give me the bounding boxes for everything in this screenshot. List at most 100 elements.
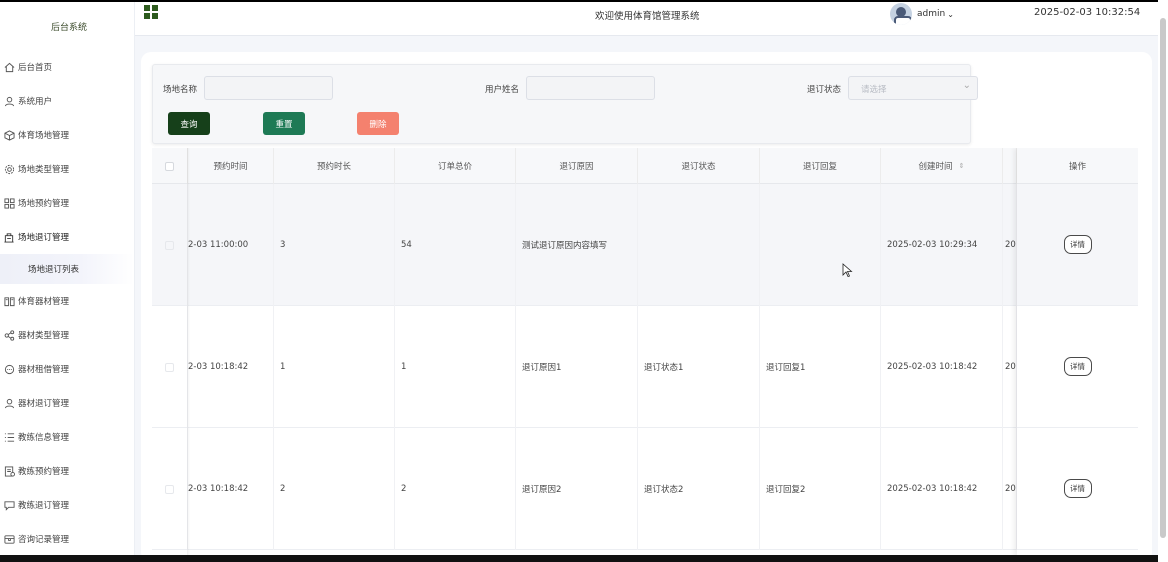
table-header: 预约时间 预约时长 订单总价 退订原因 退订状态 退订回复 创建时间 ⇕ [152,148,1138,184]
mouse-cursor-icon [842,263,853,277]
cell-status: 退订状态2 [638,428,760,550]
col-actions: 操作 [1017,148,1138,184]
table-row: 2-03 10:18:42 2 2 退订原因2 退订状态2 退订回复2 2025… [152,428,1138,550]
cell-reply: 退订回复2 [760,428,881,550]
sidebar-item-label: 器材退订管理 [18,399,70,409]
topbar: 欢迎使用体育馆管理系统 admin ⌄ 2025-02-03 10:32:54 [135,2,1158,36]
cell-duration: 3 [274,184,395,306]
chat-icon [3,363,15,375]
building-icon [3,231,15,243]
select-all-cell [152,148,188,184]
box-icon [3,533,15,545]
sidebar-item-label: 器材租借管理 [18,365,70,375]
venue-name-label: 场地名称 [163,85,198,95]
row-checkbox[interactable] [165,240,174,250]
sidebar-item-label: 教练退订管理 [18,501,70,511]
cancel-table: 预约时间 预约时长 订单总价 退订原因 退订状态 退订回复 创建时间 ⇕ 2-03… [152,148,1138,555]
cell-duration: 1 [274,306,395,428]
cell-reason: 退订原因2 [516,428,638,550]
cell-extra: 20 [1003,428,1017,550]
row-checkbox[interactable] [165,362,174,372]
col-extra [1003,148,1017,184]
cell-created-time: 2025-02-03 10:18:42 [881,306,1003,428]
cancel-status-select[interactable]: 请选择 ⌄ [848,76,978,100]
sidebar-item-label: 咨询记录管理 [18,535,70,545]
cell-status [638,184,760,306]
sidebar-subitem-cancel-list[interactable]: 场地退订列表 [0,254,134,284]
detail-button[interactable]: 详情 [1063,235,1092,254]
venue-name-input[interactable] [204,76,333,100]
user-name-input[interactable] [526,76,655,100]
sidebar-item-label: 系统用户 [18,97,53,107]
menu-toggle-icon[interactable] [144,5,158,19]
doc-icon [3,465,15,477]
cell-extra: 20 [1003,184,1017,306]
col-booking-time: 预约时间 [188,148,274,184]
sidebar-item-home[interactable]: 后台首页 [0,50,134,84]
sidebar-item-label: 后台首页 [18,63,53,73]
sidebar-item-consult[interactable]: 咨询记录管理 [0,522,134,555]
scrollbar-thumb[interactable] [1160,18,1166,538]
sidebar-item-venue-cancel[interactable]: 场地退订管理 [0,220,134,254]
row-checkbox[interactable] [165,484,174,494]
welcome-text: 欢迎使用体育馆管理系统 [595,11,700,22]
list-icon [3,431,15,443]
sidebar-item-equipment-cancel[interactable]: 器材退订管理 [0,386,134,420]
sidebar-item-label: 体育场地管理 [18,131,70,141]
vertical-scrollbar[interactable] [1158,0,1168,562]
sidebar-item-label: 场地预约管理 [18,199,70,209]
avatar [890,3,912,25]
col-created-label: 创建时间 [918,162,953,172]
gear-icon [3,163,15,175]
sidebar-item-equipment-rental[interactable]: 器材租借管理 [0,352,134,386]
sort-icon[interactable]: ⇕ [959,162,965,170]
user-name-label: 用户姓名 [485,85,520,95]
comment-icon [3,499,15,511]
col-reason: 退订原因 [516,148,638,184]
username: admin [917,9,946,19]
action-cell: 详情 [1017,306,1138,428]
col-total-price: 订单总价 [395,148,516,184]
user-menu[interactable]: admin ⌄ [890,3,954,25]
col-status: 退订状态 [638,148,760,184]
sidebar-item-label: 教练信息管理 [18,433,70,443]
detail-button[interactable]: 详情 [1063,479,1092,498]
cell-reply: 退订回复1 [760,306,881,428]
user-icon [3,95,15,107]
delete-button[interactable]: 删除 [357,112,399,135]
table-row: 2-03 11:00:00 3 54 测试退订原因内容填写 2025-02-03… [152,184,1138,306]
datetime: 2025-02-03 10:32:54 [1034,7,1141,18]
cell-duration: 2 [274,428,395,550]
cell-booking-time: 2-03 10:18:42 [188,428,274,550]
detail-button[interactable]: 详情 [1063,357,1092,376]
sidebar-item-coach-booking[interactable]: 教练预约管理 [0,454,134,488]
row-select-cell [152,428,188,550]
sidebar-item-coaches[interactable]: 教练信息管理 [0,420,134,454]
row-select-cell [152,306,188,428]
sidebar-item-venue-booking[interactable]: 场地预约管理 [0,186,134,220]
sidebar-item-coach-cancel[interactable]: 教练退订管理 [0,488,134,522]
sidebar-item-equipment[interactable]: 体育器材管理 [0,284,134,318]
cell-reason: 测试退订原因内容填写 [516,184,638,306]
chevron-down-icon: ⌄ [947,9,954,19]
sidebar-item-venue-types[interactable]: 场地类型管理 [0,152,134,186]
cell-reason: 退订原因1 [516,306,638,428]
col-duration: 预约时长 [274,148,395,184]
action-cell: 详情 [1017,428,1138,550]
sidebar-menu: 后台首页 系统用户 体育场地管理 场地类型管理 场地预约管理 场地退订管理 场地… [0,50,134,555]
reset-button[interactable]: 重置 [263,112,305,135]
search-panel: 场地名称 用户姓名 退订状态 请选择 ⌄ 查询 重置 删除 [152,64,978,144]
sidebar: 后台系统 后台首页 系统用户 体育场地管理 场地类型管理 场地预约管理 场地退订… [0,2,135,555]
action-cell: 详情 [1017,184,1138,306]
query-button[interactable]: 查询 [168,112,210,135]
select-all-checkbox[interactable] [165,161,174,171]
col-created-time[interactable]: 创建时间 ⇕ [881,148,1003,184]
sidebar-item-equipment-types[interactable]: 器材类型管理 [0,318,134,352]
share-icon [3,329,15,341]
chevron-down-icon: ⌄ [962,80,971,91]
sidebar-item-users[interactable]: 系统用户 [0,84,134,118]
sidebar-item-venues[interactable]: 体育场地管理 [0,118,134,152]
cell-extra: 20 [1003,306,1017,428]
sidebar-item-label: 器材类型管理 [18,331,70,341]
cube-icon [3,129,15,141]
